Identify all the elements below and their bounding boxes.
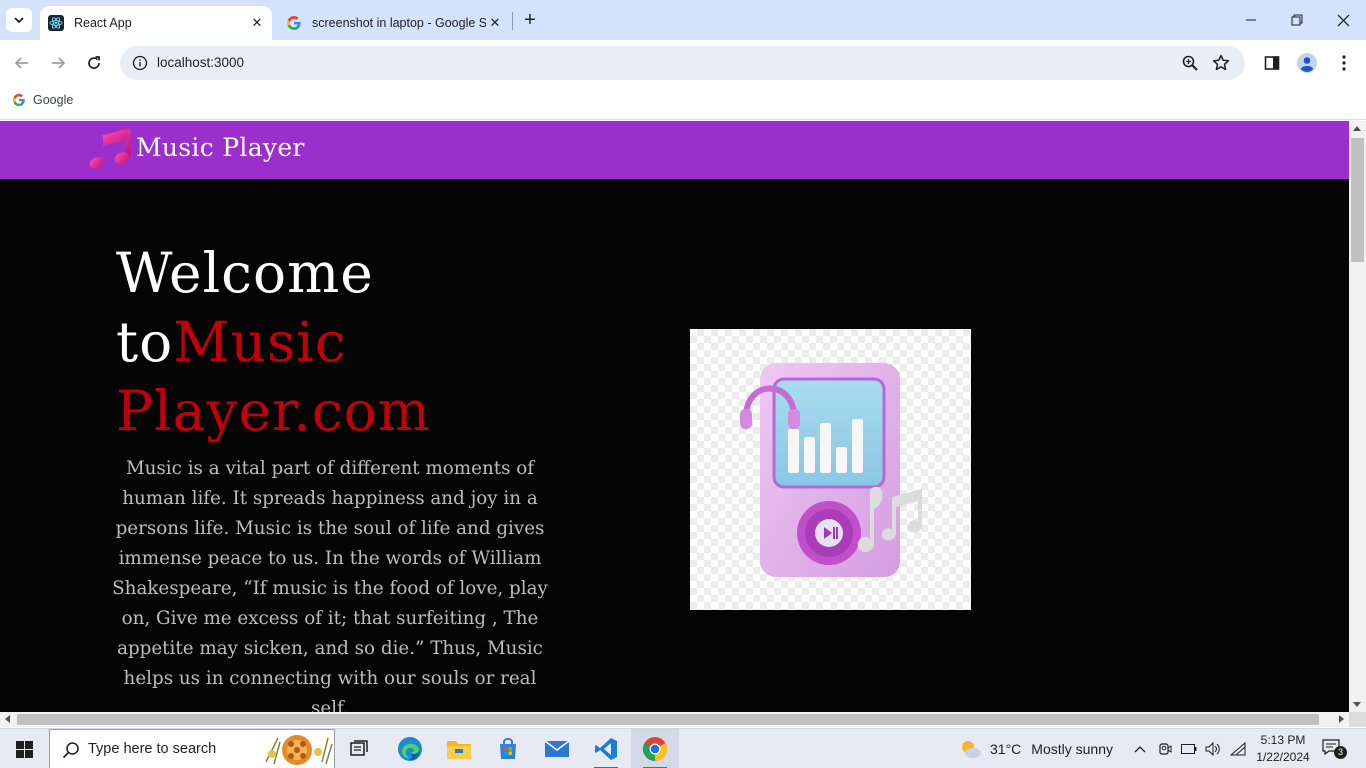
chevron-down-icon: [14, 17, 24, 24]
scroll-down-icon[interactable]: [1353, 702, 1361, 707]
arrow-left-icon: [14, 57, 28, 69]
reload-icon: [88, 56, 100, 69]
minimize-button[interactable]: [1228, 0, 1274, 40]
weather-temp: 31°C: [990, 741, 1022, 757]
bookmarks-bar: Google: [0, 86, 1366, 120]
music-player-illustration: [690, 329, 971, 610]
tab-title: React App: [74, 16, 132, 30]
reload-button[interactable]: [82, 51, 106, 75]
task-view-icon: [350, 740, 368, 756]
tab-google-search[interactable]: screenshot in laptop - Google S ✕: [278, 6, 510, 40]
edge-icon: [398, 737, 422, 761]
search-icon: [62, 742, 79, 759]
clock-date: 1/22/2024: [1256, 750, 1310, 764]
browser-toolbar: localhost:3000: [0, 40, 1366, 86]
taskbar-file-explorer[interactable]: [435, 729, 483, 768]
search-placeholder: Type here to search: [88, 741, 217, 757]
start-button[interactable]: [0, 729, 48, 768]
close-tab-icon[interactable]: ✕: [248, 14, 266, 32]
side-panel-icon: [1264, 56, 1280, 70]
profile-avatar-icon: [1297, 53, 1317, 73]
horizontal-scroll-thumb[interactable]: [17, 714, 1319, 725]
restore-button[interactable]: [1274, 0, 1320, 40]
vertical-scrollbar[interactable]: [1349, 121, 1366, 712]
page-viewport: Music Player Welcome toMusic Player.com …: [0, 121, 1349, 712]
scroll-right-icon[interactable]: [1339, 715, 1344, 723]
weather-desc: Mostly sunny: [1031, 741, 1113, 757]
profile-button[interactable]: [1296, 52, 1318, 74]
clock-time: 5:13 PM: [1260, 733, 1306, 747]
zoom-icon[interactable]: [1181, 54, 1199, 72]
partly-sunny-icon: [962, 741, 981, 758]
scroll-up-icon[interactable]: [1353, 126, 1361, 131]
info-icon[interactable]: [132, 55, 148, 71]
store-icon: [500, 738, 516, 759]
tab-strip: React App ✕ screenshot in laptop - Googl…: [0, 0, 1366, 40]
arrow-right-icon: [52, 57, 66, 69]
network-button[interactable]: [1230, 741, 1246, 757]
folder-icon: [447, 741, 471, 759]
menu-button[interactable]: [1333, 52, 1355, 74]
music-player-graphic: [740, 363, 922, 577]
taskbar-vscode[interactable]: [582, 729, 630, 768]
restore-icon: [1291, 14, 1303, 26]
wifi-icon: [1230, 742, 1246, 756]
taskbar-edge[interactable]: [386, 729, 434, 768]
volume-button[interactable]: [1205, 741, 1221, 757]
site-brand[interactable]: Music Player: [136, 133, 305, 162]
battery-indicator[interactable]: [1181, 741, 1197, 757]
meet-now-button[interactable]: [1157, 741, 1173, 757]
google-icon: [286, 15, 302, 31]
react-icon: [48, 15, 64, 31]
mail-icon: [544, 740, 570, 757]
side-panel-button[interactable]: [1261, 52, 1283, 74]
tab-react-app[interactable]: React App ✕: [40, 6, 272, 40]
hero-title: Welcome toMusic Player.com: [116, 239, 596, 446]
windows-logo-icon: [15, 740, 33, 758]
system-clock[interactable]: 5:13 PM 1/22/2024: [1253, 732, 1313, 766]
notification-count-badge: 3: [1334, 746, 1347, 759]
notification-center-button[interactable]: 3: [1322, 739, 1347, 759]
weather-widget[interactable]: 31°C Mostly sunny: [958, 729, 1113, 768]
task-view-button[interactable]: [336, 729, 384, 768]
tab-title: screenshot in laptop - Google S: [312, 16, 486, 30]
battery-icon: [1181, 744, 1197, 754]
forward-button[interactable]: [46, 51, 70, 75]
scrollbar-corner: [1349, 712, 1366, 727]
url-text[interactable]: localhost:3000: [157, 55, 244, 70]
google-icon: [12, 93, 25, 107]
vscode-icon: [595, 738, 617, 760]
address-bar[interactable]: localhost:3000: [120, 46, 1245, 80]
new-tab-button[interactable]: +: [520, 9, 540, 31]
hero-paragraph: Music is a vital part of different momen…: [112, 458, 548, 712]
chevron-up-icon: [1134, 746, 1146, 753]
taskbar-microsoft-store[interactable]: [484, 729, 532, 768]
minimize-icon: [1246, 19, 1256, 21]
speaker-icon: [1205, 742, 1220, 756]
close-tab-icon[interactable]: ✕: [486, 14, 504, 32]
music-note-icon: [89, 128, 131, 169]
taskbar-chrome[interactable]: [631, 729, 679, 768]
taskbar: Type here to search 31°C Mostly sunny 5:…: [0, 728, 1366, 768]
taskbar-search-box[interactable]: Type here to search: [49, 729, 335, 768]
show-hidden-icons-button[interactable]: [1132, 741, 1148, 757]
bookmark-label: Google: [33, 93, 74, 107]
tab-search-button[interactable]: [6, 8, 32, 32]
chrome-icon: [642, 737, 668, 761]
more-vert-icon: [1342, 55, 1346, 71]
vertical-scroll-thumb[interactable]: [1351, 138, 1364, 262]
taskbar-mail[interactable]: [533, 729, 581, 768]
camera-icon: [1159, 743, 1172, 755]
site-navbar: Music Player: [0, 121, 1349, 179]
close-window-button[interactable]: [1320, 0, 1366, 40]
horizontal-scrollbar[interactable]: [0, 712, 1349, 727]
tab-divider: [512, 12, 513, 30]
search-highlight-image: [265, 735, 333, 765]
scroll-left-icon[interactable]: [5, 715, 10, 723]
back-button[interactable]: [10, 51, 34, 75]
bookmark-star-icon[interactable]: [1211, 53, 1231, 73]
close-icon: [1337, 14, 1349, 26]
bookmark-google[interactable]: Google: [12, 93, 73, 107]
